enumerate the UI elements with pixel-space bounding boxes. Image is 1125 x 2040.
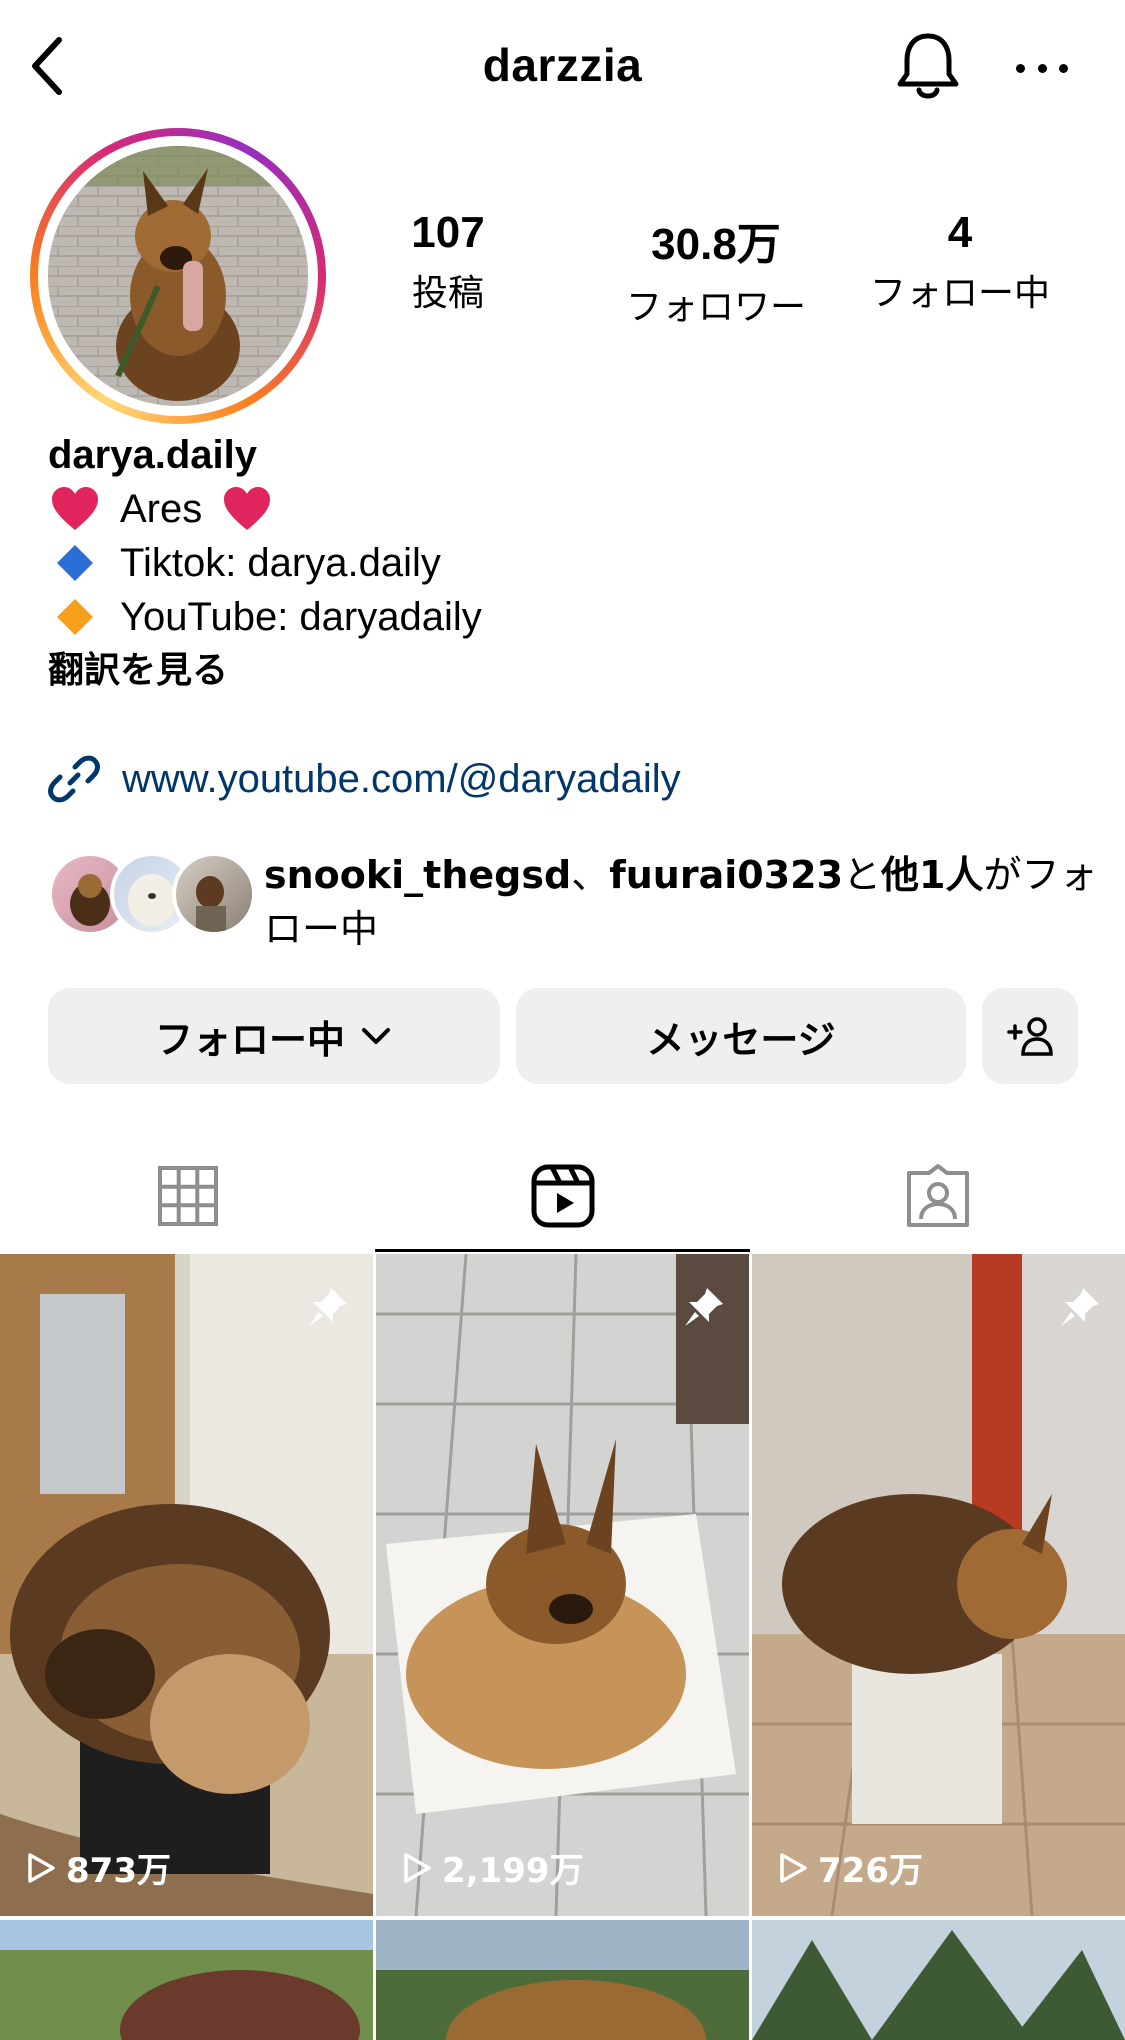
bio-line-youtube: YouTube: daryadaily [48, 590, 1098, 644]
message-button[interactable]: メッセージ [516, 988, 966, 1084]
following-button[interactable]: フォロー中 [48, 988, 500, 1084]
tab-tagged[interactable] [750, 1140, 1125, 1252]
red-heart-icon [220, 486, 274, 532]
tab-reels[interactable] [375, 1140, 750, 1252]
tab-posts[interactable] [0, 1140, 375, 1252]
bio-link[interactable]: www.youtube.com/@daryadaily [48, 752, 681, 806]
stat-following[interactable]: 4 フォロー中 [860, 208, 1060, 316]
view-count: 873万 [26, 1843, 171, 1892]
profile-header: darzzia [0, 0, 1125, 130]
reel-thumbnail[interactable] [0, 1920, 373, 2040]
mutual-user-1[interactable]: snooki_thegsd [264, 853, 571, 897]
reel-image [376, 1920, 749, 2040]
stat-following-label: フォロー中 [869, 273, 1050, 314]
add-person-icon [1007, 1017, 1053, 1056]
link-icon [48, 755, 100, 803]
reels-grid: 873万 2,199万 726万 [0, 1254, 1125, 2040]
play-icon [780, 1852, 807, 1883]
more-horizontal-icon [1016, 63, 1025, 73]
reel-image [0, 1254, 373, 1916]
bell-icon [897, 33, 959, 99]
message-button-label: メッセージ [646, 1017, 836, 1062]
stat-followers-value: 30.8万 [651, 220, 781, 269]
avatar [172, 852, 256, 936]
bio-line-text: YouTube: daryadaily [120, 595, 482, 639]
stat-posts-label: 投稿 [411, 273, 484, 314]
play-icon [404, 1852, 431, 1883]
reel-image [376, 1254, 749, 1916]
following-button-label: フォロー中 [154, 1017, 345, 1062]
stat-followers[interactable]: 30.8万 フォロワー [606, 208, 826, 330]
reel-image [752, 1920, 1125, 2040]
followed-by[interactable]: snooki_thegsd、fuurai0323と他1人がフォロー中 [48, 848, 1098, 951]
followed-by-text: snooki_thegsd、fuurai0323と他1人がフォロー中 [264, 848, 1104, 956]
view-count: 726万 [778, 1843, 923, 1892]
dog-photo [48, 146, 308, 406]
reel-thumbnail[interactable] [376, 1920, 749, 2040]
profile-avatar[interactable] [30, 128, 326, 424]
view-count: 2,199万 [402, 1843, 584, 1892]
reel-thumbnail[interactable]: 2,199万 [376, 1254, 749, 1916]
bio-line-text: Ares [120, 487, 203, 531]
separator: 、 [571, 853, 610, 897]
red-heart-icon [48, 486, 102, 532]
pinned-icon [1061, 1288, 1099, 1326]
view-count-text: 2,199万 [442, 1851, 584, 1891]
stat-following-value: 4 [947, 208, 973, 257]
view-count-text: 726万 [818, 1851, 923, 1891]
stat-posts[interactable]: 107 投稿 [358, 208, 538, 316]
and-text: と [843, 853, 882, 897]
notifications-button[interactable] [893, 30, 963, 104]
bio-line-text: Tiktok: darya.daily [120, 541, 441, 585]
dot [1059, 63, 1068, 73]
profile-stats: 107 投稿 30.8万 フォロワー 4 フォロー中 [380, 208, 1080, 328]
pinned-icon [685, 1288, 723, 1326]
bio-line-ares: Ares [48, 482, 1098, 536]
profile-bio: darya.daily Ares Tiktok: darya.daily You… [48, 428, 1098, 698]
more-options-button[interactable] [1010, 48, 1074, 88]
reel-thumbnail[interactable]: 726万 [752, 1254, 1125, 1916]
tagged-person-icon [906, 1164, 969, 1227]
reel-thumbnail[interactable]: 873万 [0, 1254, 373, 1916]
chevron-down-icon [362, 1028, 390, 1044]
see-translation-link[interactable]: 翻訳を見る [48, 644, 1098, 698]
reel-thumbnail[interactable] [752, 1920, 1125, 2040]
profile-name: darya.daily [48, 433, 258, 477]
play-icon [28, 1852, 55, 1883]
reels-icon [531, 1164, 594, 1228]
view-count-text: 873万 [66, 1851, 171, 1891]
mutual-others[interactable]: 他1人 [881, 853, 983, 897]
blue-diamond-icon [48, 543, 102, 583]
profile-tabs [0, 1140, 1125, 1252]
pinned-icon [309, 1288, 347, 1326]
bio-link-text: www.youtube.com/@daryadaily [122, 756, 681, 801]
reel-image [752, 1254, 1125, 1916]
dot [1037, 63, 1047, 73]
avatar-border [38, 136, 318, 416]
mutual-user-2[interactable]: fuurai0323 [609, 853, 843, 897]
reel-image [0, 1920, 373, 2040]
bio-line-tiktok: Tiktok: darya.daily [48, 536, 1098, 590]
orange-diamond-icon [48, 597, 102, 637]
stat-followers-label: フォロワー [625, 287, 806, 328]
avatar-photo [48, 146, 308, 406]
grid-icon [157, 1166, 218, 1226]
stat-posts-value: 107 [411, 208, 485, 257]
suggest-people-button[interactable] [982, 988, 1078, 1084]
mutual-avatars [48, 852, 256, 936]
